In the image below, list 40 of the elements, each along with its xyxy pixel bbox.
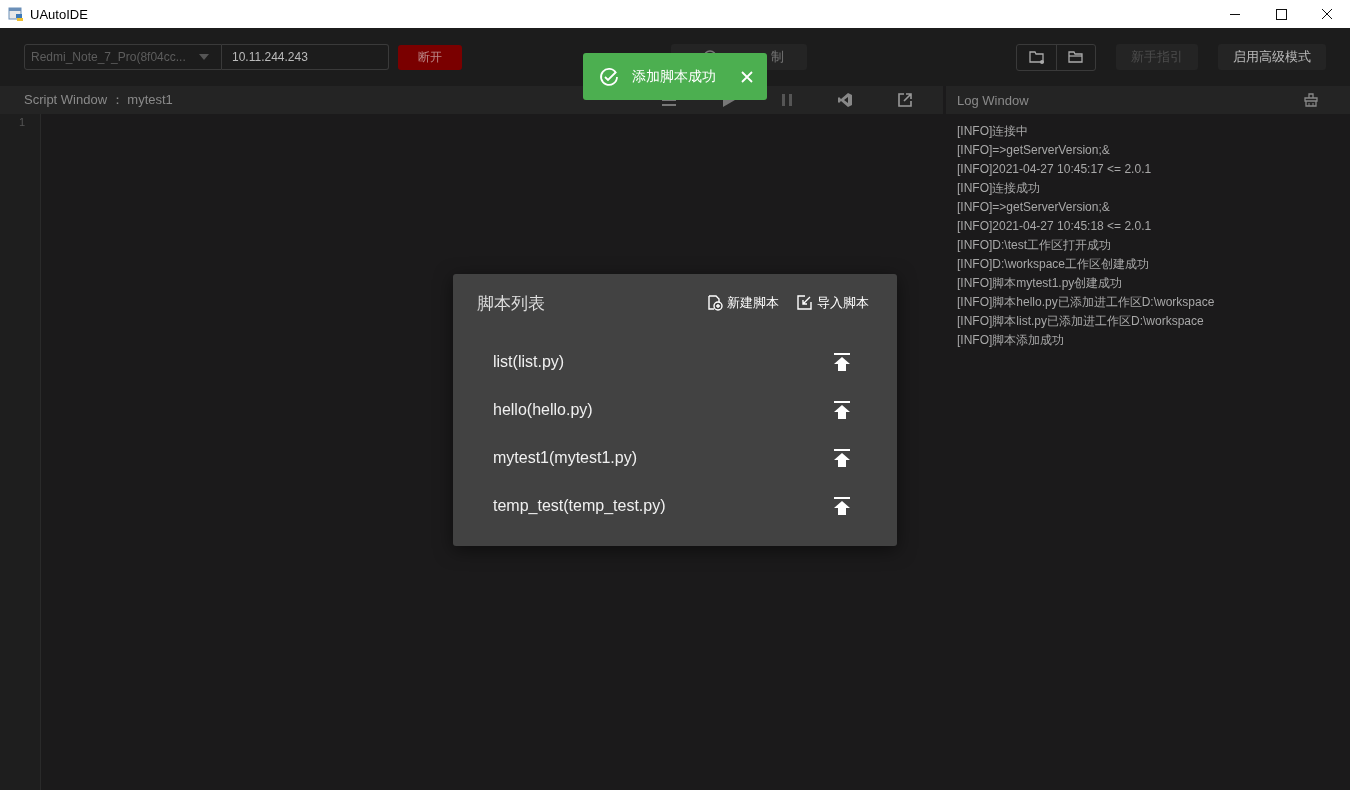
log-line: [INFO]脚本list.py已添加进工作区D:\workspace [957, 313, 1205, 330]
panel-title: Script Window ： mytest1 [24, 91, 173, 109]
log-line: [INFO]连接中 [957, 123, 1030, 140]
new-script-button[interactable]: 新建脚本 [707, 294, 779, 312]
script-item[interactable]: list(list.py) [493, 353, 565, 371]
pin-to-top-icon[interactable] [834, 497, 850, 515]
log-line: [INFO]脚本hello.py已添加进工作区D:\workspace [957, 294, 1216, 311]
code-editor-icon[interactable] [838, 93, 852, 107]
dialog-title: 脚本列表 [477, 292, 545, 315]
toast-message: 添加脚本成功 [632, 67, 717, 86]
folder-icon [1068, 50, 1084, 64]
log-line: [INFO]2021-04-27 10:45:17 <= 2.0.1 [957, 161, 1153, 178]
pin-to-top-icon[interactable] [834, 353, 850, 371]
log-line: [INFO]脚本添加成功 [957, 332, 1066, 349]
ip-field[interactable]: 10.11.244.243 [222, 44, 389, 70]
app-icon [8, 6, 24, 22]
log-line: [INFO]=>getServerVersion;& [957, 199, 1111, 216]
log-line: [INFO]=>getServerVersion;& [957, 142, 1111, 159]
import-script-button[interactable]: 导入脚本 [797, 294, 869, 312]
check-circle-icon [599, 66, 619, 87]
file-plus-icon [707, 295, 723, 311]
close-icon[interactable] [741, 70, 753, 83]
pin-to-top-icon[interactable] [834, 401, 850, 419]
log-line: [INFO]D:\workspace工作区创建成功 [957, 256, 1151, 273]
pin-to-top-icon[interactable] [834, 449, 850, 467]
log-line: [INFO]2021-04-27 10:45:18 <= 2.0.1 [957, 218, 1153, 235]
disconnect-button[interactable]: 断开 [398, 44, 462, 70]
advanced-mode-button[interactable]: 启用高级模式 [1218, 44, 1326, 70]
script-item[interactable]: mytest1(mytest1.py) [493, 449, 638, 467]
log-line: [INFO]D:\test工作区打开成功 [957, 237, 1112, 254]
external-link-icon[interactable] [898, 93, 912, 107]
caret-icon [199, 54, 209, 60]
panel-title: Log Window [957, 92, 1029, 108]
script-item[interactable]: temp_test(temp_test.py) [493, 497, 666, 515]
script-item[interactable]: hello(hello.py) [493, 401, 593, 419]
log-line: [INFO]脚本mytest1.py创建成功 [957, 275, 1124, 292]
import-icon [797, 295, 813, 311]
window-title: UAutoIDE [30, 6, 88, 22]
log-line: [INFO]连接成功 [957, 180, 1042, 197]
folder-plus-icon [1028, 50, 1045, 64]
